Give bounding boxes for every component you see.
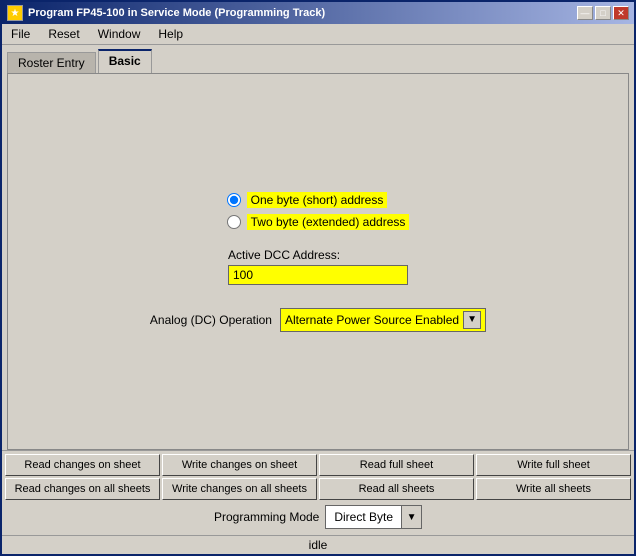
menu-bar: File Reset Window Help xyxy=(2,24,634,45)
dcc-address-input[interactable] xyxy=(228,265,408,285)
app-icon: ★ xyxy=(7,5,23,21)
one-byte-label: One byte (short) address xyxy=(247,192,388,208)
write-full-sheet-button[interactable]: Write full sheet xyxy=(476,454,631,476)
form-area: One byte (short) address Two byte (exten… xyxy=(8,74,628,449)
analog-label: Analog (DC) Operation xyxy=(150,313,272,327)
read-all-sheets-button[interactable]: Read all sheets xyxy=(319,478,474,500)
status-bar: idle xyxy=(2,535,634,554)
window-title: Program FP45-100 in Service Mode (Progra… xyxy=(28,7,325,19)
tab-basic[interactable]: Basic xyxy=(98,49,152,73)
main-window: ★ Program FP45-100 in Service Mode (Prog… xyxy=(0,0,636,556)
read-full-sheet-button[interactable]: Read full sheet xyxy=(319,454,474,476)
programming-mode-dropdown-arrow[interactable]: ▼ xyxy=(401,506,421,528)
one-byte-option[interactable]: One byte (short) address xyxy=(227,192,410,208)
one-byte-radio[interactable] xyxy=(227,193,241,207)
analog-row: Analog (DC) Operation Alternate Power So… xyxy=(150,308,486,332)
menu-help[interactable]: Help xyxy=(154,26,187,42)
menu-window[interactable]: Window xyxy=(94,26,145,42)
title-bar: ★ Program FP45-100 in Service Mode (Prog… xyxy=(2,2,634,24)
main-content: One byte (short) address Two byte (exten… xyxy=(7,73,629,450)
programming-mode-label: Programming Mode xyxy=(214,510,319,524)
bottom-buttons: Read changes on sheet Write changes on s… xyxy=(2,450,634,535)
maximize-button[interactable]: □ xyxy=(595,6,611,20)
write-all-sheets-button[interactable]: Write all sheets xyxy=(476,478,631,500)
content-wrapper: One byte (short) address Two byte (exten… xyxy=(2,73,634,554)
button-row-2: Read changes on all sheets Write changes… xyxy=(5,478,631,500)
write-changes-sheet-button[interactable]: Write changes on sheet xyxy=(162,454,317,476)
tab-bar: Roster Entry Basic xyxy=(2,45,634,73)
programming-mode-select-container: Direct Byte ▼ xyxy=(325,505,422,529)
tab-roster-entry[interactable]: Roster Entry xyxy=(7,52,96,73)
button-row-1: Read changes on sheet Write changes on s… xyxy=(5,454,631,476)
dcc-address-label: Active DCC Address: xyxy=(228,248,408,262)
two-byte-label: Two byte (extended) address xyxy=(247,214,410,230)
analog-select-container: Alternate Power Source Enabled ▼ xyxy=(280,308,486,332)
programming-mode-row: Programming Mode Direct Byte ▼ xyxy=(5,502,631,532)
analog-dropdown-arrow[interactable]: ▼ xyxy=(463,311,481,329)
read-changes-all-sheets-button[interactable]: Read changes on all sheets xyxy=(5,478,160,500)
minimize-button[interactable]: — xyxy=(577,6,593,20)
two-byte-option[interactable]: Two byte (extended) address xyxy=(227,214,410,230)
two-byte-radio[interactable] xyxy=(227,215,241,229)
analog-select-value: Alternate Power Source Enabled xyxy=(285,313,459,327)
address-type-group: One byte (short) address Two byte (exten… xyxy=(227,192,410,230)
status-text: idle xyxy=(309,538,328,552)
menu-file[interactable]: File xyxy=(7,26,34,42)
close-button[interactable]: ✕ xyxy=(613,6,629,20)
menu-reset[interactable]: Reset xyxy=(44,26,83,42)
title-bar-left: ★ Program FP45-100 in Service Mode (Prog… xyxy=(7,5,325,21)
programming-mode-value: Direct Byte xyxy=(326,508,401,526)
write-changes-all-sheets-button[interactable]: Write changes on all sheets xyxy=(162,478,317,500)
read-changes-sheet-button[interactable]: Read changes on sheet xyxy=(5,454,160,476)
title-buttons: — □ ✕ xyxy=(577,6,629,20)
